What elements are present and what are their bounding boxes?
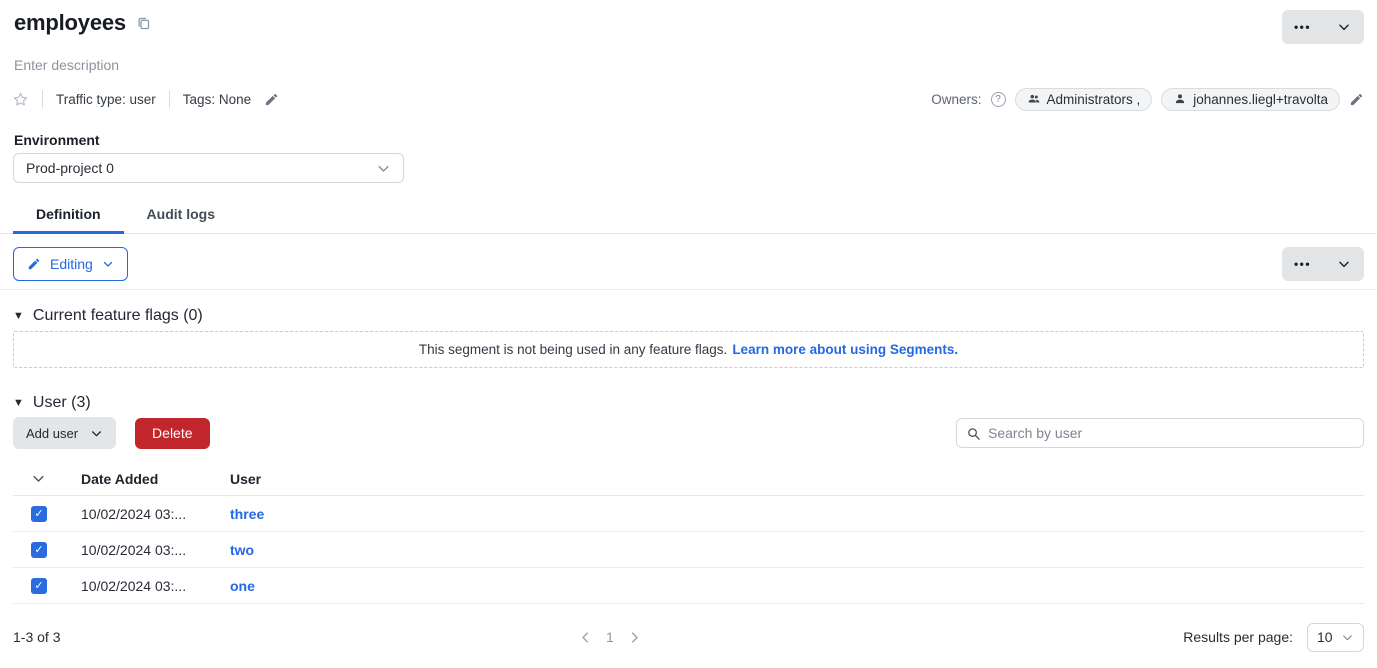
learn-more-link[interactable]: Learn more about using Segments.: [732, 342, 958, 357]
title-row: employees •••: [0, 0, 1377, 44]
results-range-label: 1-3 of 3: [13, 629, 60, 645]
delete-button[interactable]: Delete: [135, 418, 209, 449]
add-user-label: Add user: [26, 426, 78, 441]
table-row: ✓ 10/02/2024 03:... one: [13, 568, 1364, 604]
row-checkbox-checked[interactable]: ✓: [31, 578, 47, 594]
results-per-page-label: Results per page:: [1183, 629, 1293, 645]
chevron-down-icon: [1337, 257, 1351, 271]
chevron-down-icon: [1341, 631, 1354, 644]
previous-page-icon[interactable]: [578, 630, 593, 645]
search-input[interactable]: [988, 425, 1354, 441]
add-user-button[interactable]: Add user: [13, 417, 116, 449]
traffic-type-label: Traffic type: user: [56, 92, 156, 107]
ellipsis-icon: •••: [1294, 257, 1311, 271]
row-user-link[interactable]: three: [230, 506, 264, 522]
owner-chip-label: johannes.liegl+travolta: [1193, 92, 1328, 107]
row-checkbox-checked[interactable]: ✓: [31, 542, 47, 558]
results-per-page-value: 10: [1317, 629, 1333, 645]
row-user-link[interactable]: two: [230, 542, 254, 558]
tab-definition[interactable]: Definition: [13, 197, 124, 234]
user-section-title: User (3): [33, 394, 91, 412]
row-user-link[interactable]: one: [230, 578, 255, 594]
chevron-down-icon: [102, 258, 114, 270]
empty-feature-flags-box: This segment is not being used in any fe…: [13, 331, 1364, 368]
tab-bar: Definition Audit logs: [0, 197, 1377, 234]
description-placeholder[interactable]: Enter description: [0, 57, 1377, 73]
next-page-icon[interactable]: [627, 630, 642, 645]
header-actions-group: •••: [1282, 10, 1364, 44]
chevron-down-icon: [90, 427, 103, 440]
meta-row: Traffic type: user Tags: None Owners: ? …: [0, 88, 1377, 110]
row-date-added: 10/02/2024 03:...: [81, 542, 230, 558]
page-title: employees: [14, 10, 126, 36]
collapse-triangle-icon: ▼: [13, 398, 24, 409]
table-header-row: Date Added User: [13, 462, 1364, 496]
actions-dropdown-button[interactable]: [1323, 247, 1364, 281]
more-actions-button[interactable]: •••: [1282, 247, 1323, 281]
pencil-icon: [27, 257, 41, 271]
person-icon: [1173, 92, 1187, 106]
empty-message: This segment is not being used in any fe…: [419, 342, 727, 357]
search-icon: [966, 426, 981, 441]
user-controls-row: Add user Delete: [0, 417, 1377, 449]
copy-icon[interactable]: [136, 16, 151, 31]
row-checkbox-checked[interactable]: ✓: [31, 506, 47, 522]
pagination: 1: [578, 618, 642, 656]
divider: [42, 90, 43, 108]
owner-chip-administrators[interactable]: Administrators ,: [1015, 88, 1153, 111]
editing-button[interactable]: Editing: [13, 247, 128, 281]
environment-selected-value: Prod-project 0: [26, 160, 114, 176]
more-actions-button[interactable]: •••: [1282, 10, 1323, 44]
chevron-down-icon: [376, 161, 391, 176]
divider: [169, 90, 170, 108]
definition-actions-group: •••: [1282, 247, 1364, 281]
feature-flags-section-header[interactable]: ▼ Current feature flags (0): [0, 307, 1377, 325]
tags-label: Tags: None: [183, 92, 251, 107]
owner-chip-label: Administrators ,: [1047, 92, 1141, 107]
select-all-chevron-icon[interactable]: [31, 471, 46, 486]
owners-label: Owners:: [931, 92, 981, 107]
owner-chip-user[interactable]: johannes.liegl+travolta: [1161, 88, 1340, 111]
table-row: ✓ 10/02/2024 03:... two: [13, 532, 1364, 568]
environment-label: Environment: [14, 132, 1363, 148]
environment-select[interactable]: Prod-project 0: [13, 153, 404, 183]
user-section-header[interactable]: ▼ User (3): [0, 394, 1377, 412]
star-icon[interactable]: [12, 91, 29, 108]
tab-audit-logs[interactable]: Audit logs: [124, 197, 238, 234]
results-per-page-select[interactable]: 10: [1307, 623, 1364, 652]
table-footer: 1-3 of 3 1 Results per page: 10: [0, 618, 1377, 656]
edit-tags-pencil-icon[interactable]: [264, 92, 279, 107]
group-icon: [1027, 92, 1041, 106]
user-table: Date Added User ✓ 10/02/2024 03:... thre…: [13, 462, 1364, 604]
table-row: ✓ 10/02/2024 03:... three: [13, 496, 1364, 532]
collapse-triangle-icon: ▼: [13, 311, 24, 322]
user-search-box: [956, 418, 1364, 448]
page-number[interactable]: 1: [606, 629, 614, 645]
ellipsis-icon: •••: [1294, 20, 1311, 34]
editing-row: Editing •••: [0, 247, 1377, 281]
actions-dropdown-button[interactable]: [1323, 10, 1364, 44]
segment-detail-page: employees ••• Enter description: [0, 0, 1377, 668]
table-body: ✓ 10/02/2024 03:... three ✓ 10/02/2024 0…: [13, 496, 1364, 604]
edit-owners-pencil-icon[interactable]: [1349, 92, 1364, 107]
column-header-date-added: Date Added: [81, 471, 230, 487]
row-date-added: 10/02/2024 03:...: [81, 506, 230, 522]
row-date-added: 10/02/2024 03:...: [81, 578, 230, 594]
divider: [0, 289, 1377, 290]
column-header-user: User: [230, 471, 1364, 487]
feature-flags-section-title: Current feature flags (0): [33, 307, 203, 325]
editing-button-label: Editing: [50, 256, 93, 272]
help-icon[interactable]: ?: [991, 92, 1006, 107]
chevron-down-icon: [1337, 20, 1351, 34]
